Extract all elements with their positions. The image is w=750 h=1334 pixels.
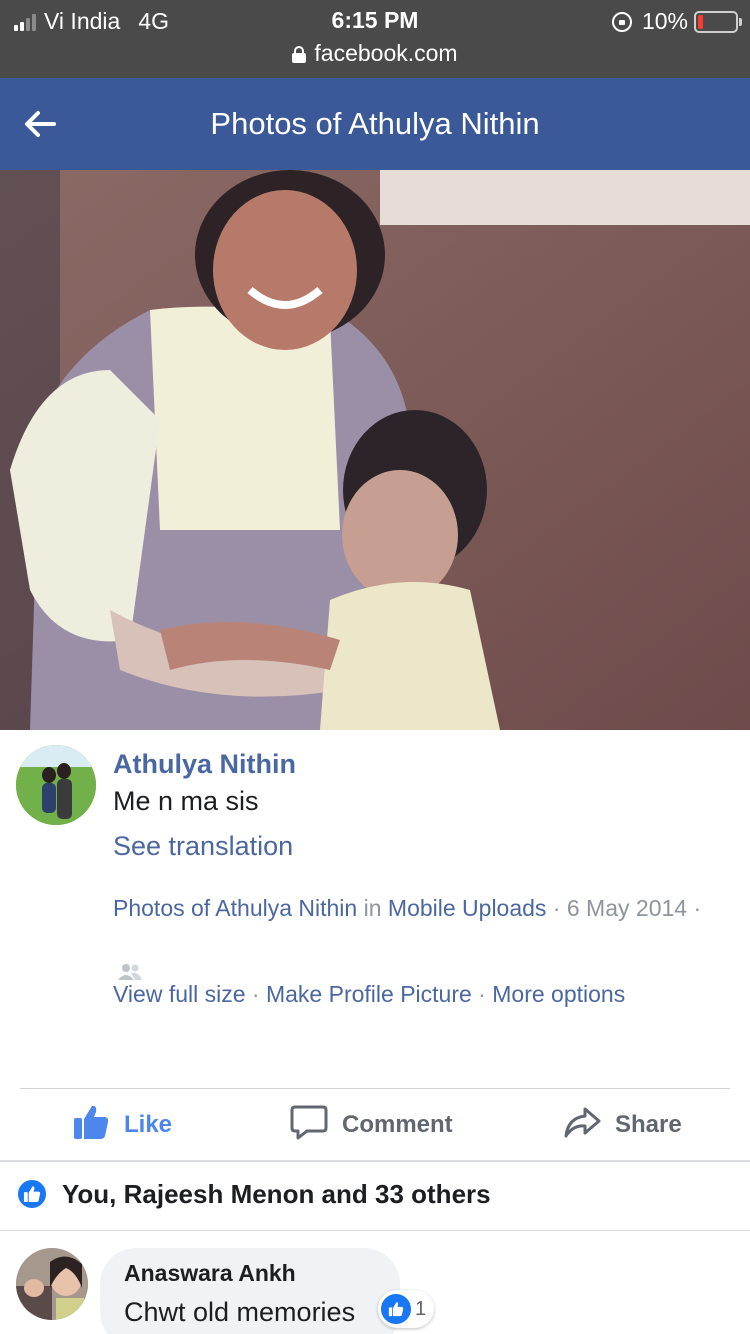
battery-percent: 10% [641, 8, 688, 34]
view-full-size-link[interactable]: View full size [113, 981, 246, 1007]
meta-in: in [357, 895, 388, 921]
share-icon [563, 1103, 601, 1148]
comment-like-count: 1 [415, 1297, 427, 1320]
status-bar: Vi India 4G 6:15 PM 10% facebook.com [0, 0, 750, 78]
comment-label: Comment [342, 1111, 453, 1138]
friends-icon [117, 949, 143, 980]
author-avatar[interactable] [16, 745, 96, 825]
divider [0, 1160, 750, 1162]
link-separator: · [471, 981, 493, 1007]
comment-text: Chwt old memories [124, 1297, 356, 1327]
battery-icon [694, 10, 742, 33]
see-translation-link[interactable]: See translation [113, 831, 293, 862]
comment-icon [290, 1103, 328, 1148]
page-header: Photos of Athulya Nithin [0, 78, 750, 170]
comment-bubble[interactable]: Anaswara Ankh Chwt old memories [100, 1248, 400, 1334]
post-actions: Like Comment Share [0, 1089, 750, 1161]
url-text: facebook.com [314, 40, 458, 66]
comment-button[interactable]: Comment [290, 1089, 453, 1161]
comment-reaction-count[interactable]: 1 [378, 1290, 435, 1328]
like-reaction-icon [381, 1294, 411, 1324]
share-label: Share [615, 1111, 682, 1138]
divider [0, 1230, 750, 1231]
status-right: 10% [611, 8, 742, 35]
reactions-summary[interactable]: You, Rajeesh Menon and 33 others [16, 1178, 491, 1210]
post-caption: Me n ma sis [113, 786, 259, 816]
padlock-icon [292, 45, 307, 63]
thumbs-up-icon [72, 1103, 110, 1148]
url-bar[interactable]: facebook.com [0, 40, 750, 67]
commenter-name[interactable]: Anaswara Ankh [124, 1260, 376, 1287]
post-date: · 6 May 2014 · [546, 895, 702, 921]
page-title: Photos of Athulya Nithin [210, 106, 540, 141]
like-reaction-icon [16, 1178, 48, 1210]
album-owner-link[interactable]: Photos of Athulya Nithin [113, 895, 357, 921]
post-meta: Photos of Athulya Nithin in Mobile Uploa… [113, 884, 723, 980]
share-button[interactable]: Share [563, 1089, 682, 1161]
album-link[interactable]: Mobile Uploads [388, 895, 547, 921]
make-profile-picture-link[interactable]: Make Profile Picture [266, 981, 472, 1007]
like-button[interactable]: Like [72, 1089, 172, 1161]
link-separator: · [245, 981, 266, 1007]
like-label: Like [124, 1111, 173, 1138]
author-name[interactable]: Athulya Nithin [113, 749, 296, 780]
photo-options: View full size · Make Profile Picture · … [113, 981, 625, 1008]
rotation-lock-icon [611, 11, 632, 32]
more-options-link[interactable]: More options [492, 981, 625, 1007]
commenter-avatar[interactable] [16, 1248, 88, 1320]
post-photo[interactable] [0, 170, 750, 730]
reactions-text: You, Rajeesh Menon and 33 others [62, 1178, 491, 1209]
